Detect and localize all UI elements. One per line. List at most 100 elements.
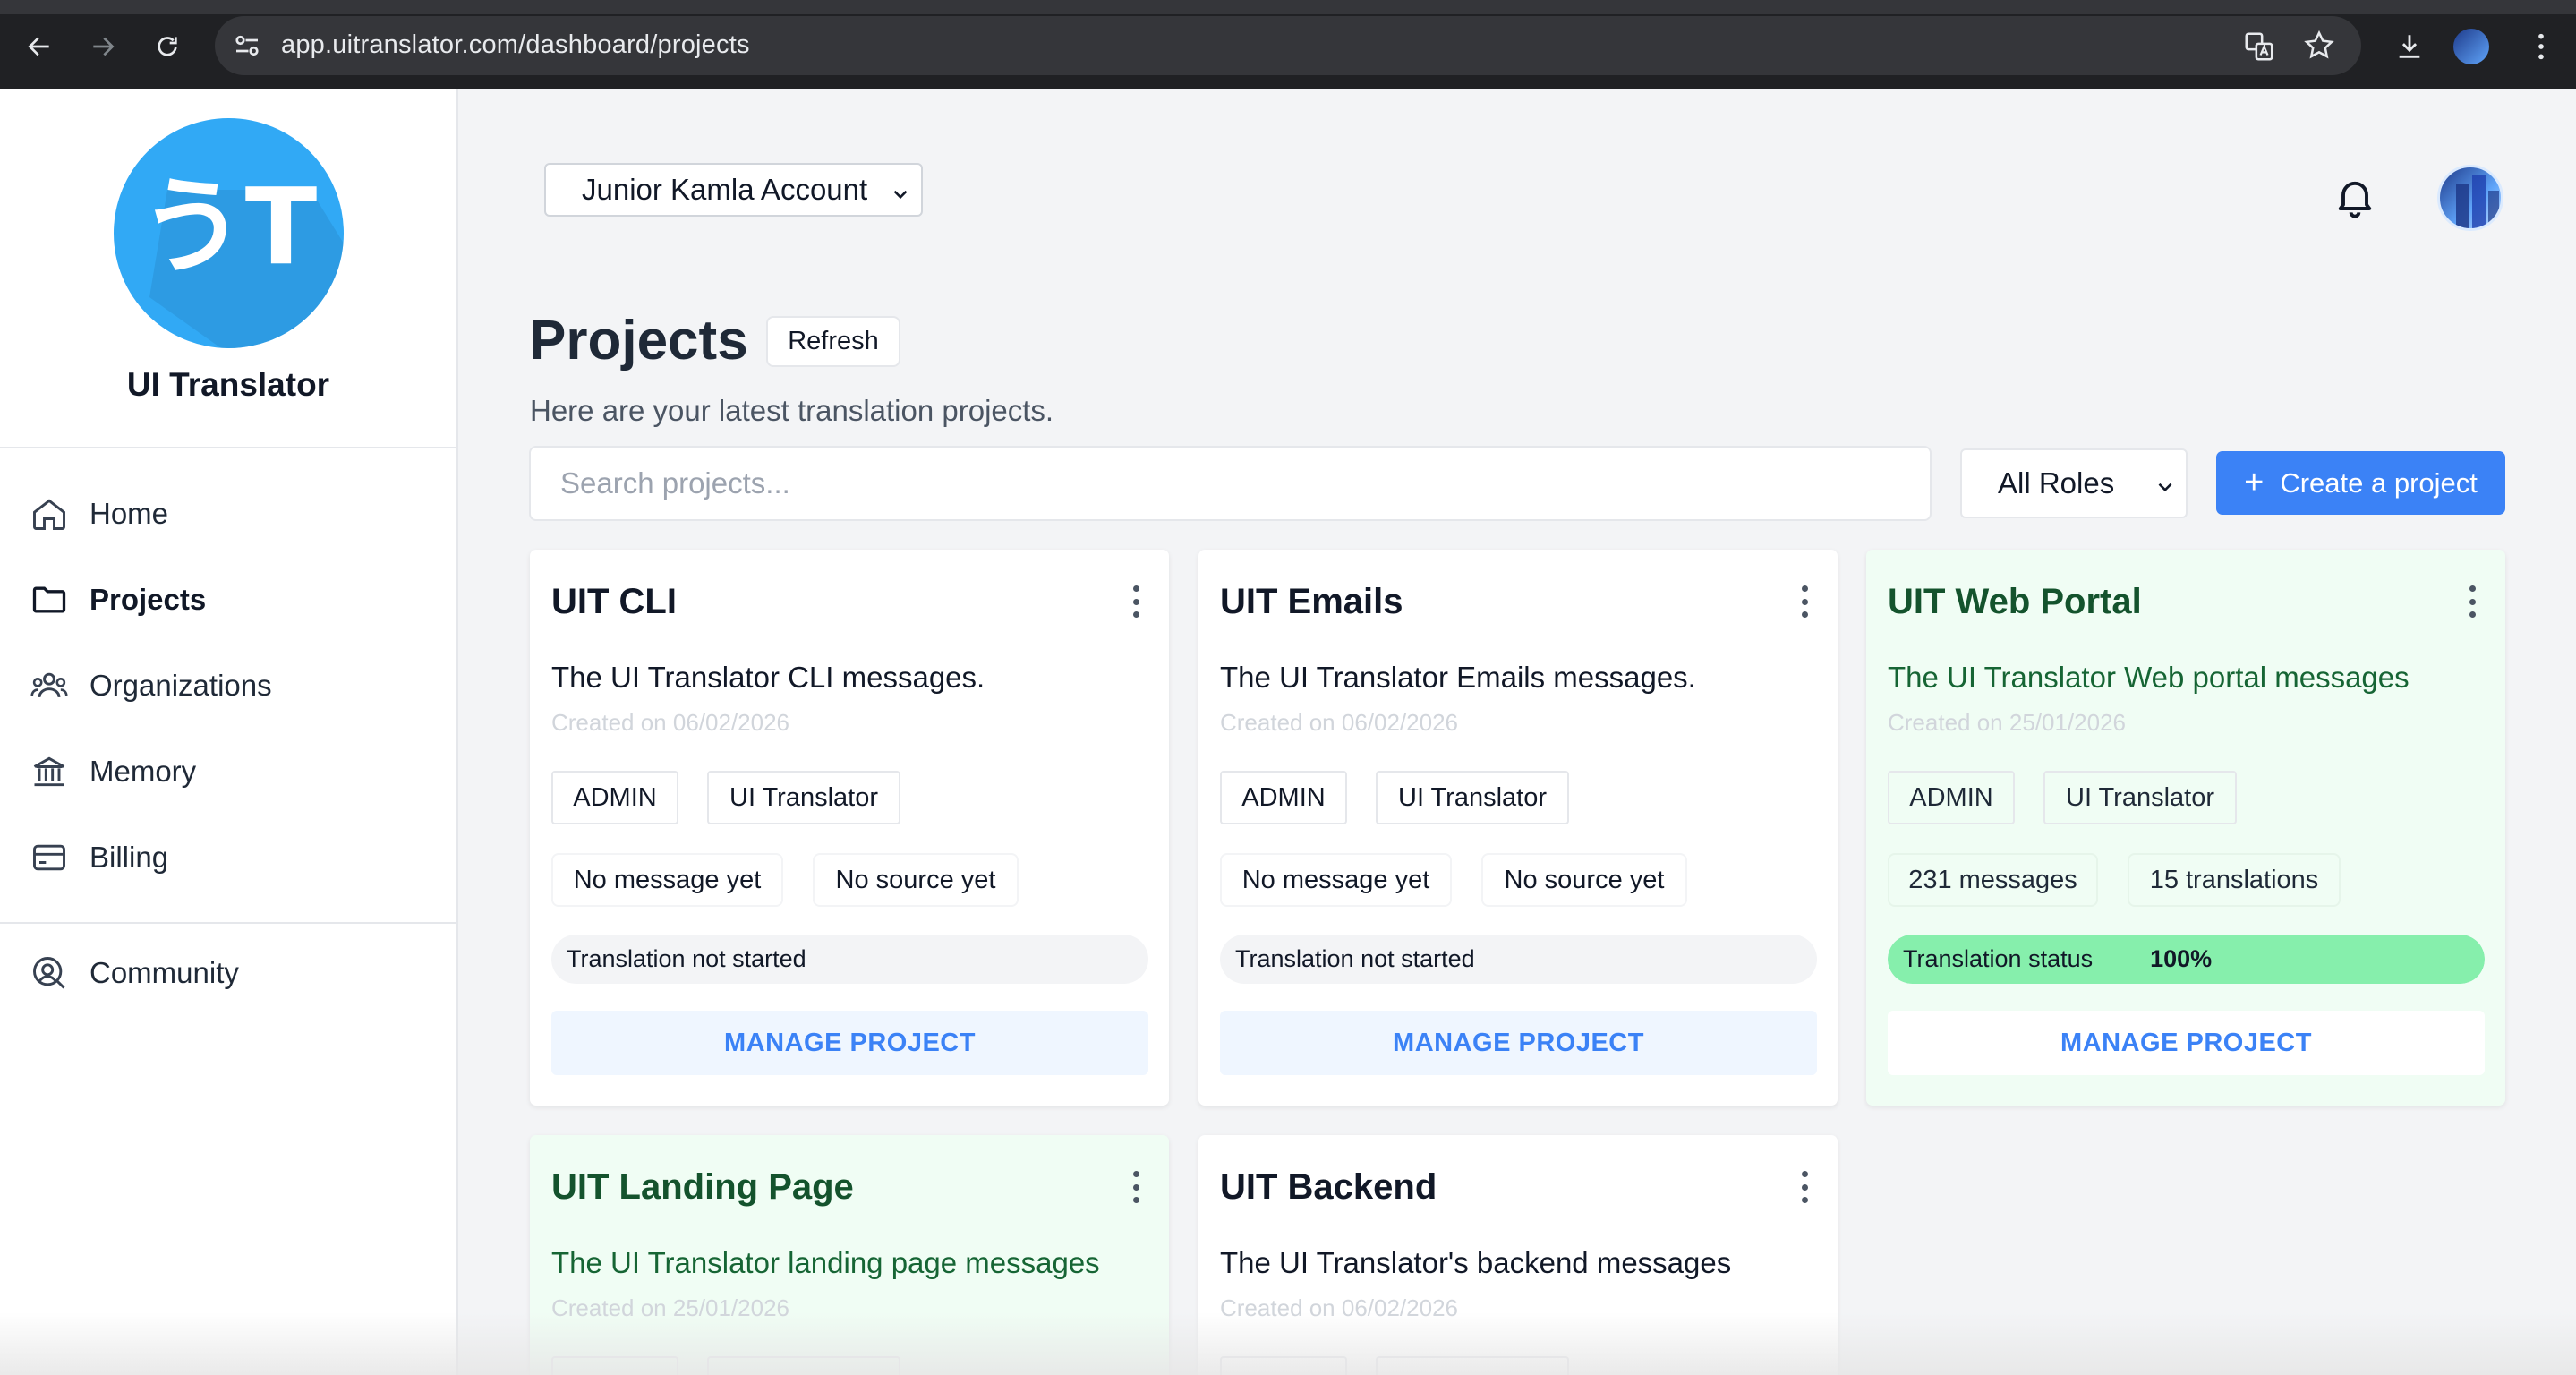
project-card: UIT Emails The UI Translator Emails mess… (1198, 550, 1838, 1106)
role-badge: ADMIN (1220, 771, 1347, 824)
browser-menu-icon[interactable] (2521, 27, 2561, 66)
translation-status-bar: Translation not started (551, 935, 1148, 984)
brand-name: UI Translator (126, 366, 330, 403)
create-project-label: Create a project (2280, 466, 2478, 499)
notifications-bell-icon[interactable] (2332, 173, 2378, 226)
sidebar-divider (0, 447, 456, 448)
roles-select-value: All Roles (1998, 466, 2115, 500)
project-created-date: Created on 06/02/2026 (551, 709, 789, 736)
users-icon (29, 665, 70, 706)
more-options-icon[interactable] (1800, 1171, 1809, 1203)
project-created-date: Created on 06/02/2026 (1220, 1294, 1458, 1321)
project-created-date: Created on 25/01/2026 (1888, 709, 2126, 736)
project-card: UIT Landing Page The UI Translator landi… (530, 1135, 1169, 1375)
sidebar-item-label: Memory (90, 755, 197, 788)
sidebar-item-label: Community (90, 956, 239, 989)
sidebar-item-billing[interactable]: Billing (29, 831, 168, 884)
sidebar-item-organizations[interactable]: Organizations (29, 659, 272, 713)
account-select-value: Junior Kamla Account (582, 173, 868, 206)
bookmark-star-icon[interactable] (2302, 29, 2336, 67)
chevron-down-icon (889, 179, 912, 213)
project-card: UIT Backend The UI Translator's backend … (1198, 1135, 1838, 1375)
role-badge: ADMIN (551, 771, 678, 824)
organization-badge: UI Translator (1376, 771, 1569, 824)
sidebar-item-community[interactable]: Community (29, 946, 239, 1000)
translation-status-bar: Translation not started (1220, 935, 1817, 984)
messages-count: 231 messages (1888, 853, 2098, 907)
tab-strip (0, 0, 2576, 14)
role-badge (1220, 1356, 1347, 1375)
bank-icon (29, 751, 70, 792)
project-title[interactable]: UIT Emails (1220, 582, 1403, 622)
sidebar-item-label: Billing (90, 841, 169, 874)
sidebar-item-label: Organizations (90, 669, 272, 702)
logo-glyph: うT (140, 165, 318, 288)
project-description: The UI Translator CLI messages. (551, 661, 985, 694)
page-subtitle: Here are your latest translation project… (530, 394, 1054, 427)
more-options-icon[interactable] (1800, 585, 1809, 618)
project-title[interactable]: UIT Backend (1220, 1167, 1437, 1208)
translate-icon[interactable] (2242, 30, 2276, 68)
profile-avatar-icon[interactable] (2452, 27, 2491, 66)
sidebar-item-label: Projects (90, 583, 207, 616)
sources-count: No source yet (1481, 853, 1687, 907)
project-title[interactable]: UIT Web Portal (1888, 582, 2142, 622)
plus-icon: + (2244, 464, 2265, 501)
organization-badge: UI Translator (2043, 771, 2237, 824)
forward-icon[interactable] (83, 27, 123, 66)
project-card: UIT Web Portal The UI Translator Web por… (1866, 550, 2505, 1106)
chevron-down-icon (2154, 472, 2177, 506)
url-text[interactable]: app.uitranslator.com/dashboard/projects (281, 30, 750, 60)
organization-badge: UI Translator (707, 771, 900, 824)
organization-badge (707, 1356, 900, 1375)
translation-status-bar: Translation status 100% (1888, 935, 2485, 984)
sidebar-item-home[interactable]: Home (29, 487, 168, 541)
project-title[interactable]: UIT CLI (551, 582, 677, 622)
more-options-icon[interactable] (2468, 585, 2477, 618)
project-created-date: Created on 25/01/2026 (551, 1294, 789, 1321)
folder-icon (29, 579, 70, 620)
app-logo[interactable]: うT (114, 118, 344, 348)
create-project-button[interactable]: + Create a project (2216, 451, 2505, 515)
browser-toolbar: app.uitranslator.com/dashboard/projects (0, 0, 2576, 89)
page-title: Projects (529, 310, 748, 372)
back-icon[interactable] (20, 27, 59, 66)
sidebar-item-label: Home (90, 497, 169, 530)
more-options-icon[interactable] (1131, 585, 1140, 618)
project-title[interactable]: UIT Landing Page (551, 1167, 854, 1208)
address-bar[interactable]: app.uitranslator.com/dashboard/projects (215, 16, 2361, 75)
sidebar: うT UI Translator Home Projects Organizat… (0, 89, 458, 1375)
translation-percent: 100% (2150, 945, 2213, 972)
manage-project-button[interactable]: MANAGE PROJECT (1888, 1011, 2485, 1075)
project-description: The UI Translator landing page messages (551, 1246, 1100, 1279)
user-avatar[interactable] (2437, 165, 2503, 231)
project-description: The UI Translator Emails messages. (1220, 661, 1696, 694)
manage-project-button[interactable]: MANAGE PROJECT (1220, 1011, 1817, 1075)
role-badge (551, 1356, 678, 1375)
home-icon (29, 493, 70, 534)
refresh-button[interactable]: Refresh (766, 316, 900, 367)
download-icon[interactable] (2390, 27, 2429, 66)
search-input[interactable] (529, 446, 1932, 521)
role-badge: ADMIN (1888, 771, 2015, 824)
messages-count: No message yet (1220, 853, 1452, 907)
project-card: UIT CLI The UI Translator CLI messages. … (530, 550, 1169, 1106)
sidebar-divider (0, 922, 456, 924)
account-select[interactable]: Junior Kamla Account (544, 163, 923, 217)
translation-status-label: Translation status (1903, 945, 2094, 972)
project-description: The UI Translator Web portal messages (1888, 661, 2410, 694)
organization-badge (1376, 1356, 1569, 1375)
sources-count: No source yet (813, 853, 1019, 907)
roles-select[interactable]: All Roles (1960, 448, 2188, 518)
reload-icon[interactable] (148, 27, 187, 66)
community-icon (29, 952, 70, 994)
project-created-date: Created on 06/02/2026 (1220, 709, 1458, 736)
manage-project-button[interactable]: MANAGE PROJECT (551, 1011, 1148, 1075)
messages-count: No message yet (551, 853, 783, 907)
site-settings-icon[interactable] (231, 30, 263, 66)
sidebar-item-memory[interactable]: Memory (29, 745, 196, 799)
translation-status-label: Translation not started (1235, 945, 1475, 972)
translation-status-label: Translation not started (567, 945, 806, 972)
more-options-icon[interactable] (1131, 1171, 1140, 1203)
sidebar-item-projects[interactable]: Projects (29, 573, 206, 627)
